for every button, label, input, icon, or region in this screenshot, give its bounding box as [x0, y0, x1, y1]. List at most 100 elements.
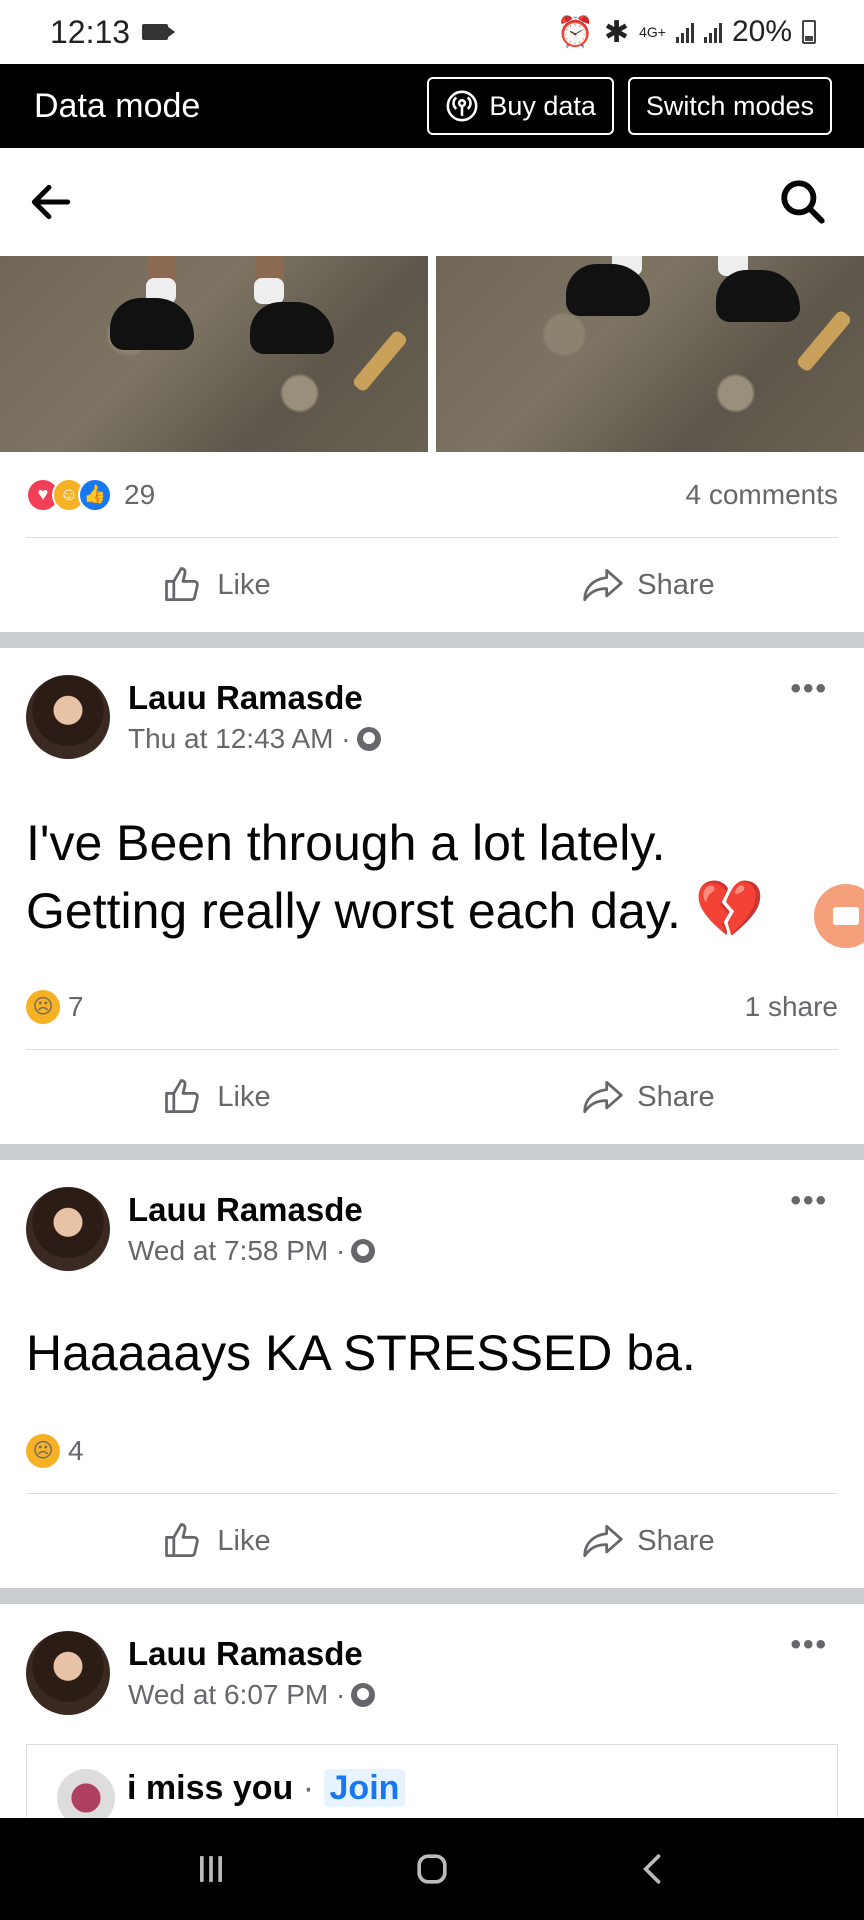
globe-icon [351, 1239, 376, 1263]
post-actions: Like Share [0, 1494, 864, 1588]
like-button[interactable]: Like [0, 538, 432, 632]
app-header [0, 148, 864, 256]
sad-reaction-icon: ☹ [26, 989, 60, 1024]
post-header: Lauu Ramasde Thu at 12:43 AM · ••• [26, 672, 838, 762]
like-button[interactable]: Like [0, 1494, 432, 1588]
sad-reaction-icon: ☹ [26, 1433, 60, 1468]
reaction-icons: ♥ ☺ 👍 [26, 477, 112, 512]
post-text: Haaaaays KA STRESSED ba. [26, 1325, 696, 1381]
shares-count[interactable]: 1 share [745, 991, 838, 1023]
more-options-icon[interactable]: ••• [790, 672, 828, 706]
like-icon [165, 567, 200, 602]
share-icon [583, 1080, 624, 1114]
photo-2[interactable] [436, 256, 864, 452]
back-arrow-icon[interactable] [26, 177, 76, 227]
post-stats: ☹ 4 [26, 1408, 838, 1494]
globe-icon [351, 1683, 376, 1707]
buy-data-label: Buy data [489, 90, 596, 121]
post-actions: Like Share [0, 538, 864, 632]
like-reaction-icon: 👍 [78, 477, 112, 512]
post-separator [0, 1588, 864, 1604]
author-name[interactable]: Lauu Ramasde [128, 1635, 838, 1673]
like-icon [165, 1079, 200, 1114]
globe-icon [356, 727, 381, 751]
bluetooth-icon: ✱ [603, 15, 630, 49]
comments-count[interactable]: 4 comments [686, 479, 839, 511]
author-name[interactable]: Lauu Ramasde [128, 1191, 838, 1229]
avatar[interactable] [26, 1631, 110, 1715]
reactions-summary[interactable]: ☹ 7 [26, 989, 84, 1024]
group-name[interactable]: i miss you [127, 1769, 293, 1807]
status-icons: ⏰ ✱ 4G+ 20% [557, 15, 816, 50]
battery-icon [802, 20, 816, 44]
data-mode-title: Data mode [34, 86, 201, 125]
shared-group-line: i miss you · Join [127, 1769, 406, 1808]
post-actions: Like Share [0, 1050, 864, 1144]
like-label: Like [217, 1524, 271, 1557]
home-icon[interactable] [410, 1847, 454, 1891]
system-nav-bar [0, 1818, 864, 1920]
signal-icon-2 [703, 21, 722, 43]
reactions-summary[interactable]: ♥ ☺ 👍 29 [26, 477, 156, 512]
post-header: Lauu Ramasde Wed at 7:58 PM · ••• [26, 1184, 838, 1274]
status-bar: 12:13 ⏰ ✱ 4G+ 20% [0, 0, 864, 64]
broken-heart-emoji: 💔 [694, 877, 765, 940]
like-icon [165, 1523, 200, 1558]
reactions-summary[interactable]: ☹ 4 [26, 1433, 84, 1468]
post-text-line-2-text: Getting really worst each day. [26, 883, 681, 939]
reactions-count: 4 [68, 1434, 84, 1466]
avatar[interactable] [26, 675, 110, 759]
post-text: I've Been through a lot lately. Getting … [26, 810, 846, 944]
post-stats: ☹ 7 1 share [26, 964, 838, 1050]
post-time-text: Thu at 12:43 AM · [128, 723, 351, 754]
post-time: Wed at 6:07 PM · [128, 1679, 838, 1711]
share-button[interactable]: Share [432, 538, 864, 632]
avatar[interactable] [26, 1187, 110, 1271]
share-button[interactable]: Share [432, 1050, 864, 1144]
video-icon [833, 907, 859, 925]
more-options-icon[interactable]: ••• [790, 1184, 828, 1218]
post-time-text: Wed at 7:58 PM · [128, 1235, 346, 1266]
share-label: Share [637, 568, 715, 601]
post-stats: ♥ ☺ 👍 29 4 comments [26, 452, 838, 538]
search-icon[interactable] [778, 177, 828, 227]
share-icon [583, 568, 624, 602]
post-separator [0, 632, 864, 648]
join-button[interactable]: Join [323, 1769, 406, 1807]
post-time: Thu at 12:43 AM · [128, 723, 838, 755]
post-time: Wed at 7:58 PM · [128, 1235, 838, 1267]
like-label: Like [217, 568, 271, 601]
post-photos [0, 256, 864, 452]
like-label: Like [217, 1080, 271, 1113]
share-label: Share [637, 1080, 715, 1113]
reactions-count: 29 [124, 478, 156, 510]
data-mode-bar: Data mode Buy data Switch modes [0, 64, 864, 148]
separator-dot: · [302, 1769, 324, 1807]
video-record-icon [142, 24, 176, 40]
share-label: Share [637, 1524, 715, 1557]
recent-apps-icon[interactable] [189, 1847, 233, 1891]
author-name[interactable]: Lauu Ramasde [128, 679, 838, 717]
share-button[interactable]: Share [432, 1494, 864, 1588]
reactions-count: 7 [68, 990, 84, 1022]
alarm-icon: ⏰ [556, 15, 594, 49]
post-separator [0, 1144, 864, 1160]
broadcast-icon [446, 90, 478, 122]
back-icon[interactable] [631, 1847, 675, 1891]
post-time-text: Wed at 6:07 PM · [128, 1679, 346, 1710]
battery-percent: 20% [731, 15, 792, 48]
like-button[interactable]: Like [0, 1050, 432, 1144]
more-options-icon[interactable]: ••• [790, 1628, 828, 1662]
switch-modes-label: Switch modes [645, 90, 814, 121]
share-icon [583, 1524, 624, 1558]
post-header: Lauu Ramasde Wed at 6:07 PM · ••• [26, 1628, 838, 1718]
clock: 12:13 [50, 13, 131, 50]
network-type: 4G+ [639, 24, 666, 40]
photo-1[interactable] [0, 256, 428, 452]
switch-modes-button[interactable]: Switch modes [627, 77, 832, 135]
status-time: 12:13 [50, 13, 176, 51]
post-text-line-2: Getting really worst each day. 💔 [26, 876, 846, 944]
signal-icon [675, 21, 694, 43]
buy-data-button[interactable]: Buy data [427, 77, 614, 135]
post-text-line-1: I've Been through a lot lately. [26, 815, 666, 871]
